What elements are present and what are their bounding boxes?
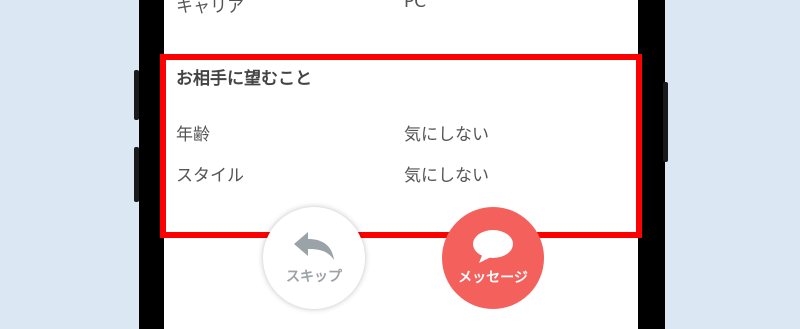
skip-label: スキップ — [286, 269, 342, 285]
row-value: PC — [404, 0, 427, 12]
phone-side-button — [663, 82, 668, 162]
row-label: キャリア — [176, 0, 244, 17]
message-label: メッセージ — [458, 270, 528, 286]
back-arrow-icon — [294, 232, 334, 260]
phone-side-button — [134, 147, 139, 202]
highlight-box — [160, 54, 642, 238]
speech-bubble-icon — [473, 230, 513, 263]
message-button[interactable]: メッセージ — [442, 207, 544, 309]
skip-button[interactable]: スキップ — [263, 207, 365, 309]
phone-side-button — [134, 70, 139, 120]
